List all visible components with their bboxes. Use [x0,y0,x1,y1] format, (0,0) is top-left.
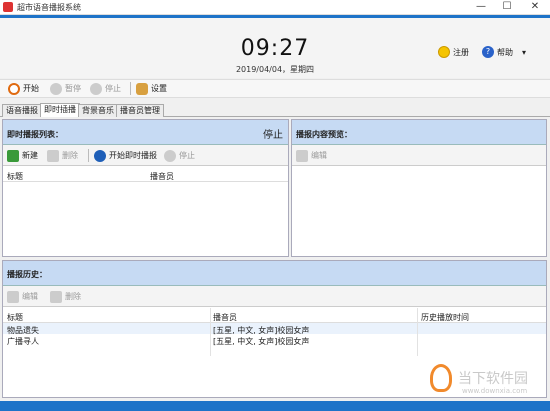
toolbar-separator [130,82,131,95]
history-row-title: 广播寻人 [7,337,39,346]
settings-button[interactable]: 设置 [136,82,167,95]
preview-edit-label: 编辑 [311,151,327,160]
help-icon: ? [482,46,494,58]
instant-status: 停止 [263,130,283,141]
history-title: 播报历史： [7,270,47,279]
history-delete-button[interactable]: 删除 [50,290,81,303]
header-dropdown[interactable]: ▾ [522,45,526,59]
instant-list-title: 即时播报列表： [7,130,63,139]
play-icon [94,149,106,162]
list-header-divider [3,181,288,182]
list-toolbar-separator [88,149,89,162]
start-instant-button[interactable]: 开始即时播报 [94,149,157,162]
edit-icon [296,149,308,162]
date-label: 2019/04/04，星期四 [235,65,315,74]
watermark-text: 当下软件园 [458,371,528,387]
pause-icon [50,82,62,95]
history-toolbar [3,286,546,307]
new-icon [7,149,19,162]
history-edit-button[interactable]: 编辑 [7,290,38,303]
delete-icon [47,149,59,162]
pause-label: 暂停 [65,84,81,93]
stop-label: 停止 [105,84,121,93]
new-button[interactable]: 新建 [7,149,38,162]
delete-label: 删除 [62,151,78,160]
column-divider [210,308,211,356]
maximize-button[interactable]: ☐ [494,0,520,15]
stop-instant-label: 停止 [179,151,195,160]
watermark-url: www.downxia.com [462,387,528,395]
stop-icon [164,149,176,162]
close-button[interactable]: ✕ [522,0,548,15]
history-delete-label: 删除 [65,292,81,301]
register-button[interactable]: 注册 [438,45,469,59]
edit-icon [7,290,19,303]
play-icon [8,82,20,95]
preview-edit-button[interactable]: 编辑 [296,149,327,162]
preview-toolbar [292,145,546,166]
column-divider [417,308,418,356]
history-header [3,261,546,286]
minimize-button[interactable]: — [468,0,494,15]
app-icon [3,2,13,12]
preview-title: 播报内容预览： [296,130,352,139]
register-label: 注册 [453,47,469,57]
smiley-icon [438,46,450,58]
status-bar [0,401,550,411]
pause-button[interactable]: 暂停 [50,82,81,95]
tab-announcer-manager[interactable]: 播音员管理 [116,104,164,117]
toolbar [0,79,550,98]
stop-icon [90,82,102,95]
delete-button[interactable]: 删除 [47,149,78,162]
settings-label: 设置 [151,84,167,93]
start-button[interactable]: 开始 [8,82,39,95]
help-label: 帮助 [497,47,513,57]
settings-icon [136,82,148,95]
window-title: 超市语音播报系统 [17,3,81,12]
new-label: 新建 [22,151,38,160]
stop-button[interactable]: 停止 [90,82,121,95]
delete-icon [50,290,62,303]
tab-background-music[interactable]: 背景音乐 [78,104,118,117]
watermark-logo [430,364,452,392]
history-row-announcer: [五星, 中文, 女声]校园女声 [213,337,310,346]
start-instant-label: 开始即时播报 [109,151,157,160]
tab-instant-broadcast[interactable]: 即时插播 [40,103,80,117]
start-label: 开始 [23,84,39,93]
history-edit-label: 编辑 [22,292,38,301]
stop-instant-button[interactable]: 停止 [164,149,195,162]
help-button[interactable]: ? 帮助 [482,45,513,59]
tab-voice-broadcast[interactable]: 语音播报 [2,104,42,117]
